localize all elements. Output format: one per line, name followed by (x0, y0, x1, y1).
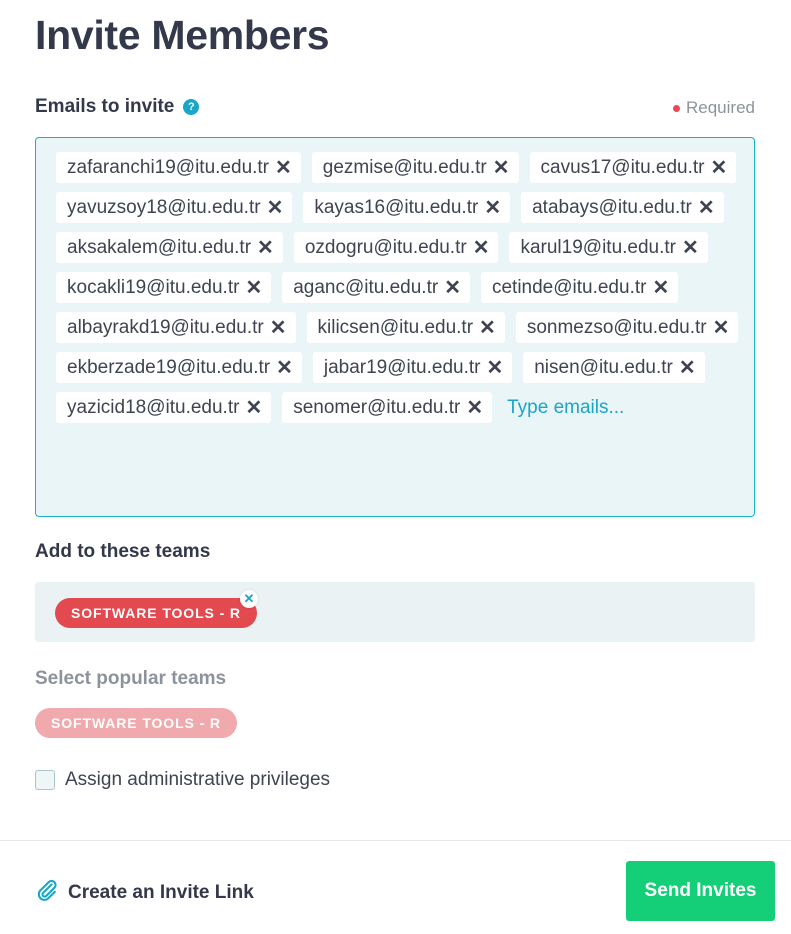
close-icon[interactable]: ✕ (486, 358, 503, 378)
email-chip-text: atabays@itu.edu.tr (532, 196, 692, 218)
emails-input-box[interactable]: zafaranchi19@itu.edu.tr ✕ gezmise@itu.edu.… (35, 137, 755, 517)
email-chip-text: karul19@itu.edu.tr (520, 236, 677, 258)
email-chip-text: kocakli19@itu.edu.tr (67, 276, 240, 298)
email-chip: zafaranchi19@itu.edu.tr ✕ (56, 152, 301, 183)
close-icon[interactable]: ✕ (473, 238, 490, 258)
required-dot (673, 104, 680, 112)
email-chip-text: aganc@itu.edu.tr (293, 276, 439, 298)
email-chip: aganc@itu.edu.tr ✕ (282, 272, 470, 303)
admin-privileges-row[interactable]: Assign administrative privileges (35, 769, 330, 791)
emails-label: Emails to invite ? (35, 96, 200, 118)
close-icon[interactable]: ✕ (698, 198, 715, 218)
email-chip: albayrakd19@itu.edu.tr ✕ (56, 312, 296, 343)
email-chip-text: jabar19@itu.edu.tr (323, 356, 481, 378)
email-chip: gezmise@itu.edu.tr ✕ (311, 152, 519, 183)
email-chip-text: cetinde@itu.edu.tr (491, 276, 647, 298)
selected-teams-box: SOFTWARE TOOLS - R ✕ (35, 582, 755, 642)
close-icon[interactable]: ✕ (484, 198, 501, 218)
team-remove-icon[interactable]: ✕ (240, 590, 258, 608)
email-chip-text: cavus17@itu.edu.tr (540, 156, 705, 178)
email-chip: kocakli19@itu.edu.tr ✕ (56, 272, 272, 303)
send-invites-button[interactable]: Send Invites (626, 861, 775, 921)
close-icon[interactable]: ✕ (713, 318, 730, 338)
footer-divider (0, 840, 791, 841)
email-chip-text: gezmise@itu.edu.tr (322, 156, 487, 178)
email-chip-text: nisen@itu.edu.tr (534, 356, 673, 378)
teams-label: Add to these teams (35, 541, 211, 562)
email-chip: yazicid18@itu.edu.tr ✕ (56, 392, 272, 423)
email-chip: aksakalem@itu.edu.tr ✕ (56, 232, 283, 263)
email-chip: atabays@itu.edu.tr ✕ (521, 192, 724, 223)
email-chip: yavuzsoy18@itu.edu.tr ✕ (56, 192, 293, 223)
close-icon[interactable]: ✕ (245, 398, 262, 418)
email-chip: ekberzade19@itu.edu.tr ✕ (56, 352, 302, 383)
close-icon[interactable]: ✕ (245, 278, 262, 298)
email-chip: sonmezso@itu.edu.tr ✕ (515, 312, 739, 343)
email-chip: kayas16@itu.edu.tr ✕ (303, 192, 511, 223)
close-icon[interactable]: ✕ (466, 398, 483, 418)
close-icon[interactable]: ✕ (267, 198, 284, 218)
close-icon[interactable]: ✕ (257, 238, 274, 258)
email-chip: jabar19@itu.edu.tr ✕ (312, 352, 513, 383)
email-chip: senomer@itu.edu.tr ✕ (282, 392, 493, 423)
email-chip-text: yavuzsoy18@itu.edu.tr (67, 196, 261, 218)
create-invite-link-label: Create an Invite Link (68, 881, 254, 903)
email-chip-text: ekberzade19@itu.edu.tr (67, 356, 271, 378)
required-text: Required (686, 98, 755, 117)
close-icon[interactable]: ✕ (444, 278, 461, 298)
email-chip: nisen@itu.edu.tr ✕ (523, 352, 705, 383)
close-icon[interactable]: ✕ (679, 358, 696, 378)
close-icon[interactable]: ✕ (276, 358, 293, 378)
email-chip-text: ozdogru@itu.edu.tr (304, 236, 467, 258)
email-chip-text: yazicid18@itu.edu.tr (67, 396, 240, 418)
close-icon[interactable]: ✕ (682, 238, 699, 258)
email-chip-text: zafaranchi19@itu.edu.tr (67, 156, 270, 178)
email-chip: cetinde@itu.edu.tr ✕ (480, 272, 679, 303)
email-chip-text: kayas16@itu.edu.tr (314, 196, 479, 218)
create-invite-link-button[interactable]: Create an Invite Link (35, 878, 254, 907)
close-icon[interactable]: ✕ (652, 278, 669, 298)
required-indicator: Required (673, 98, 755, 118)
close-icon[interactable]: ✕ (275, 158, 292, 178)
popular-team-chip[interactable]: SOFTWARE TOOLS - R (35, 708, 237, 738)
popular-teams-label: Select popular teams (35, 668, 227, 689)
help-icon[interactable]: ? (183, 99, 200, 115)
email-chip: cavus17@itu.edu.tr ✕ (529, 152, 737, 183)
email-chip: ozdogru@itu.edu.tr ✕ (293, 232, 499, 263)
email-chip-text: kilicsen@itu.edu.tr (317, 316, 474, 338)
email-chip-text: sonmezso@itu.edu.tr (526, 316, 707, 338)
team-chip: SOFTWARE TOOLS - R (55, 598, 257, 628)
email-chip: karul19@itu.edu.tr ✕ (509, 232, 708, 263)
emails-label-text: Emails to invite (35, 96, 175, 117)
email-chip: kilicsen@itu.edu.tr ✕ (306, 312, 505, 343)
admin-privileges-checkbox[interactable] (35, 770, 55, 790)
close-icon[interactable]: ✕ (711, 158, 728, 178)
email-chip-text: senomer@itu.edu.tr (293, 396, 461, 418)
email-chip-text: albayrakd19@itu.edu.tr (67, 316, 264, 338)
close-icon[interactable]: ✕ (493, 158, 510, 178)
page-title: Invite Members (35, 12, 330, 58)
email-chip-text: aksakalem@itu.edu.tr (67, 236, 252, 258)
close-icon[interactable]: ✕ (479, 318, 496, 338)
close-icon[interactable]: ✕ (270, 318, 287, 338)
admin-privileges-label: Assign administrative privileges (65, 769, 331, 790)
email-input[interactable] (503, 392, 654, 423)
paperclip-icon (35, 878, 59, 907)
